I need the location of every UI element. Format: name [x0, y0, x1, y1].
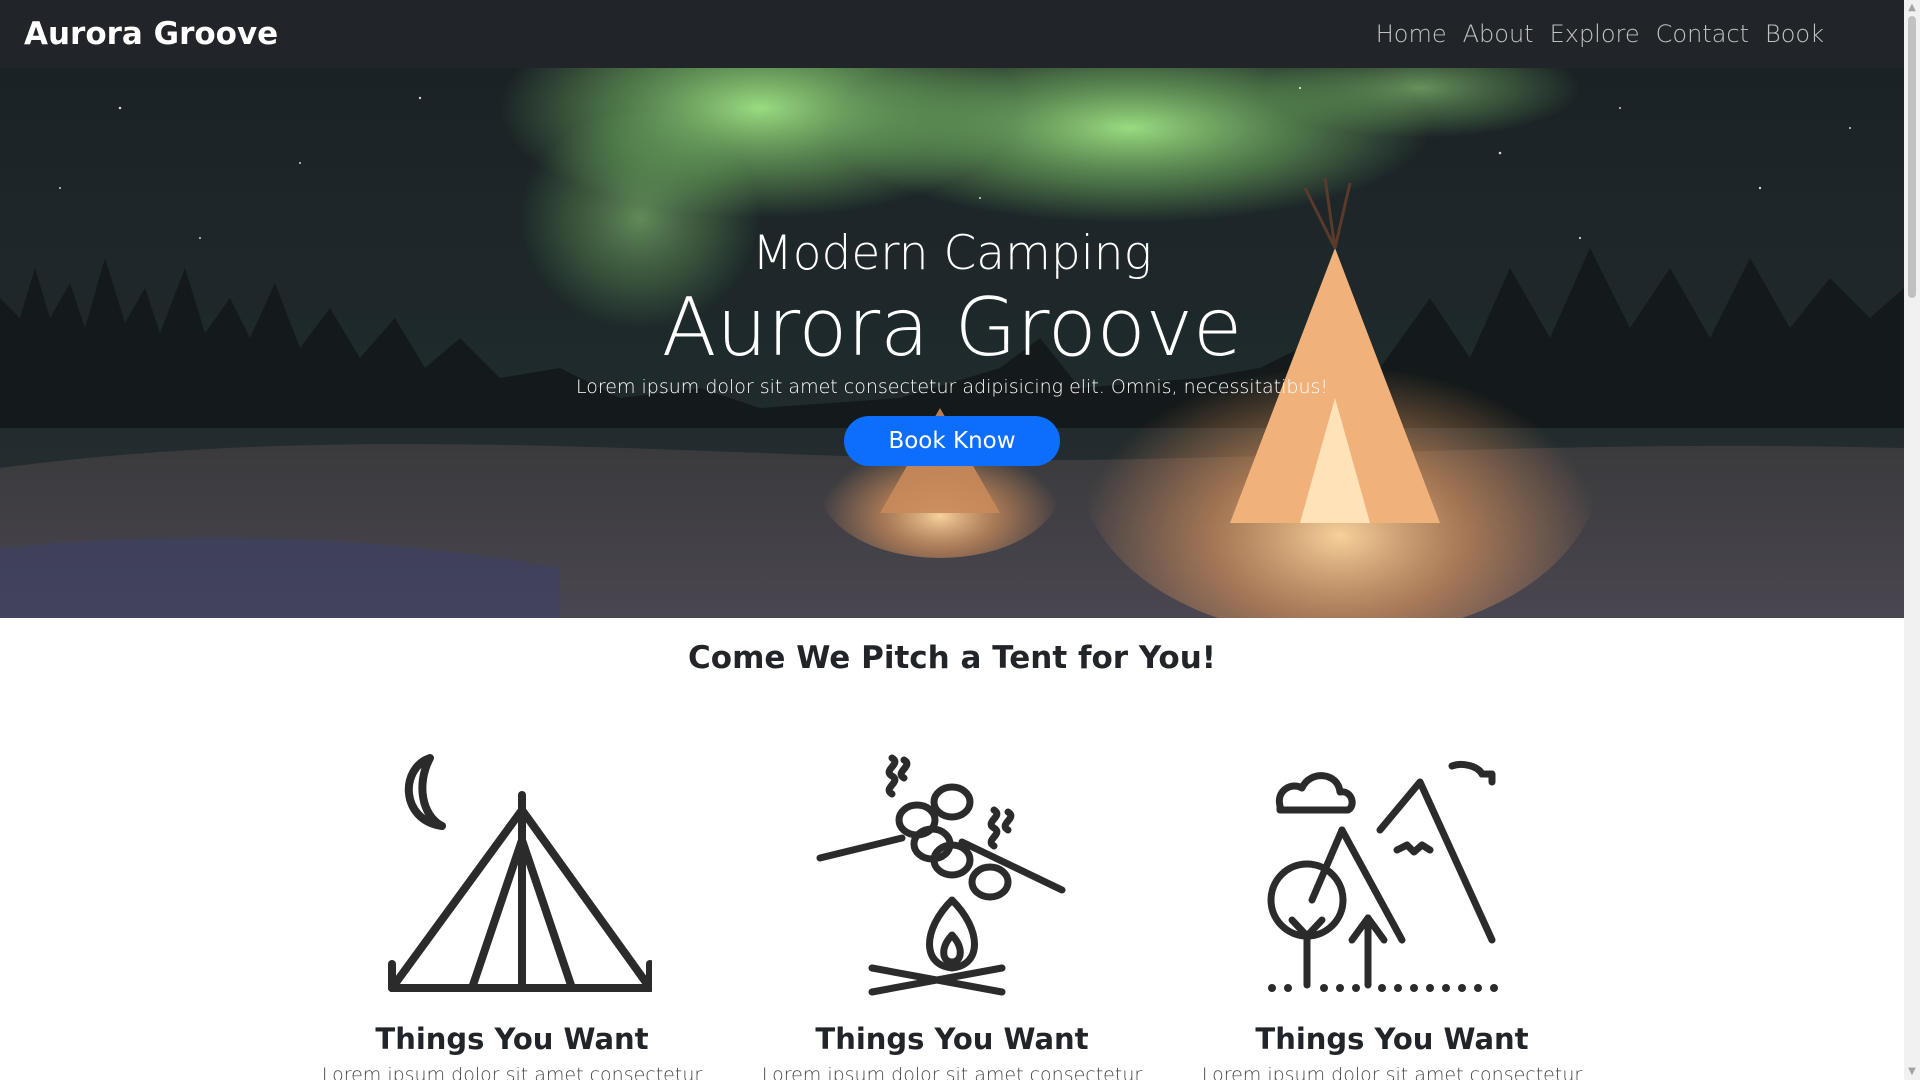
feature-card: Things You Want Lorem ipsum dolor sit am…: [732, 750, 1172, 1080]
nav-links: Home About Explore Contact Book: [1376, 20, 1824, 48]
nav-link-home[interactable]: Home: [1376, 20, 1447, 48]
nav-link-explore[interactable]: Explore: [1550, 20, 1640, 48]
feature-text: Lorem ipsum dolor sit amet consectetur: [1201, 1064, 1583, 1080]
navbar: Aurora Groove Home About Explore Contact…: [0, 0, 1904, 68]
feature-title: Things You Want: [375, 1022, 649, 1056]
feature-card: Things You Want Lorem ipsum dolor sit am…: [1172, 750, 1612, 1080]
feature-title: Things You Want: [1255, 1022, 1529, 1056]
scrollbar-thumb[interactable]: [1908, 16, 1916, 298]
nav-link-contact[interactable]: Contact: [1656, 20, 1749, 48]
navbar-brand[interactable]: Aurora Groove: [24, 16, 278, 52]
campfire-marshmallow-icon: [732, 750, 1172, 1000]
section-title: Come We Pitch a Tent for You!: [688, 640, 1216, 676]
scroll-down-arrow-icon[interactable]: ▼: [1904, 1064, 1920, 1080]
hero-description: Lorem ipsum dolor sit amet consectetur a…: [575, 375, 1329, 398]
scroll-up-arrow-icon[interactable]: ▲: [1904, 0, 1920, 16]
book-now-button[interactable]: Book Know: [844, 415, 1060, 466]
tent-moon-icon: [292, 750, 732, 1000]
feature-title: Things You Want: [815, 1022, 1089, 1056]
hero-title: Aurora Groove: [661, 280, 1243, 374]
hero-subtitle: Modern Camping: [752, 226, 1152, 281]
page: Aurora Groove Home About Explore Contact…: [0, 0, 1904, 1080]
nav-link-book[interactable]: Book: [1765, 20, 1824, 48]
mountains-trees-icon: [1172, 750, 1612, 1000]
feature-text: Lorem ipsum dolor sit amet consectetur: [761, 1064, 1143, 1080]
hero-content: Modern Camping Aurora Groove Lorem ipsum…: [0, 68, 1904, 618]
nav-link-about[interactable]: About: [1463, 20, 1534, 48]
vertical-scrollbar[interactable]: ▲ ▼: [1904, 0, 1920, 1080]
feature-text: Lorem ipsum dolor sit amet consectetur: [321, 1064, 703, 1080]
feature-card: Things You Want Lorem ipsum dolor sit am…: [292, 750, 732, 1080]
hero-banner: Modern Camping Aurora Groove Lorem ipsum…: [0, 68, 1904, 618]
